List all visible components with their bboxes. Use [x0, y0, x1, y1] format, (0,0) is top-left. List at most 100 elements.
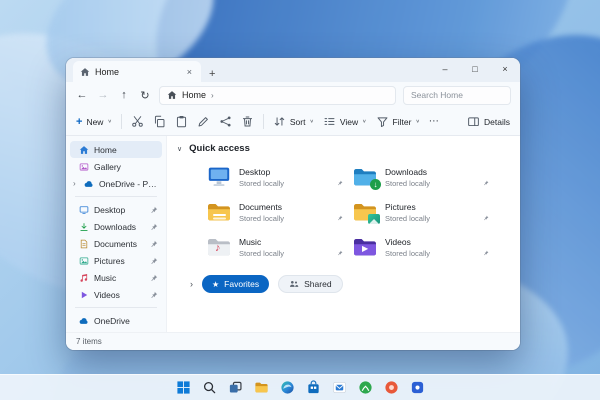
- sidebar-item-pictures[interactable]: Pictures: [70, 252, 162, 269]
- downloads-folder-icon: ↓: [352, 166, 381, 190]
- minimize-button[interactable]: –: [430, 58, 460, 80]
- maximize-button[interactable]: □: [460, 58, 490, 80]
- favorites-label: Favorites: [224, 279, 260, 289]
- chevron-right-icon[interactable]: ›: [73, 179, 79, 188]
- star-icon: ★: [212, 279, 220, 289]
- file-explorer-icon[interactable]: [254, 380, 269, 395]
- up-button[interactable]: ↑: [117, 89, 131, 101]
- videos-icon: [79, 290, 89, 300]
- chevron-down-icon: ∨: [309, 119, 314, 125]
- search-icon[interactable]: [202, 380, 217, 395]
- close-button[interactable]: ×: [490, 58, 520, 80]
- sidebar-item-desktop[interactable]: Desktop: [70, 201, 162, 218]
- sidebar-item-downloads[interactable]: Downloads: [70, 218, 162, 235]
- file-explorer-window: Home × + – □ × ← → ↑ ↻ Home › Search Hom…: [66, 58, 520, 350]
- tab-close-icon[interactable]: ×: [185, 67, 194, 77]
- desktop-icon: [79, 205, 89, 215]
- sort-label: Sort: [289, 116, 306, 127]
- start-button-icon[interactable]: [176, 380, 191, 395]
- photo-badge-icon: [368, 214, 380, 224]
- task-view-icon[interactable]: [228, 380, 243, 395]
- search-input[interactable]: [403, 85, 511, 105]
- view-button[interactable]: View ∨: [323, 115, 367, 128]
- people-icon: [289, 279, 299, 289]
- quick-access-item-documents[interactable]: Documents Stored locally: [206, 201, 344, 223]
- content-area: ∨ Quick access Desktop Stored locally ↓ …: [167, 136, 520, 332]
- xbox-icon[interactable]: [358, 380, 373, 395]
- new-tab-button[interactable]: +: [209, 68, 215, 80]
- filter-button[interactable]: Filter ∨: [376, 115, 420, 128]
- share-icon[interactable]: [219, 115, 232, 128]
- details-button[interactable]: Details: [467, 115, 510, 128]
- microsoft-store-icon[interactable]: [306, 380, 321, 395]
- favorites-button[interactable]: ★ Favorites: [202, 275, 270, 293]
- chevron-down-icon: ∨: [415, 119, 420, 125]
- item-text: Desktop Stored locally: [239, 167, 329, 188]
- quick-access-header: ∨ Quick access: [177, 143, 510, 154]
- expand-chevron-icon[interactable]: ›: [190, 279, 193, 289]
- photos-icon[interactable]: [384, 380, 399, 395]
- play-icon: ▶: [362, 244, 369, 253]
- copy-icon[interactable]: [153, 115, 166, 128]
- sort-icon: [273, 115, 286, 128]
- item-name: Pictures: [385, 201, 416, 212]
- item-subtitle: Stored locally: [385, 178, 431, 188]
- quick-access-item-music[interactable]: ♪ Music Stored locally: [206, 236, 344, 258]
- pin-icon: [150, 274, 158, 282]
- onedrive-cloud-icon: [84, 179, 94, 189]
- shared-button[interactable]: Shared: [278, 275, 343, 293]
- item-subtitle: Stored locally: [385, 248, 431, 258]
- quick-access-item-videos[interactable]: ▶ Videos Stored locally: [352, 236, 490, 258]
- sidebar-item-onedrive[interactable]: OneDrive: [70, 312, 162, 329]
- sidebar-item-documents[interactable]: Documents: [70, 235, 162, 252]
- pin-icon: [150, 240, 158, 248]
- item-subtitle: Stored locally: [385, 213, 431, 223]
- quick-access-item-desktop[interactable]: Desktop Stored locally: [206, 166, 344, 188]
- pin-icon: [150, 257, 158, 265]
- filter-label: Filter: [392, 116, 412, 127]
- pin-icon: [150, 223, 158, 231]
- rename-icon[interactable]: [197, 115, 210, 128]
- paste-icon[interactable]: [175, 115, 188, 128]
- item-text: Documents Stored locally: [239, 202, 329, 223]
- item-name: Desktop: [239, 166, 271, 177]
- details-pane-icon: [467, 115, 480, 128]
- refresh-button[interactable]: ↻: [138, 89, 152, 102]
- sidebar-item-home[interactable]: Home: [70, 141, 162, 158]
- sidebar-item-music[interactable]: Music: [70, 269, 162, 286]
- breadcrumb-item-home[interactable]: Home: [182, 90, 206, 100]
- download-arrow-icon: ↓: [370, 179, 381, 190]
- pictures-icon: [79, 256, 89, 266]
- desktop-icon: [206, 166, 232, 188]
- cut-icon[interactable]: [131, 115, 144, 128]
- collapse-chevron-icon[interactable]: ∨: [177, 145, 182, 153]
- delete-icon[interactable]: [241, 115, 254, 128]
- sidebar-item-onedrive-personal[interactable]: › OneDrive - Pers...: [70, 175, 162, 192]
- sidebar-item-videos[interactable]: Videos: [70, 286, 162, 303]
- documents-icon: [79, 239, 89, 249]
- back-button[interactable]: ←: [75, 89, 89, 101]
- tab-home[interactable]: Home ×: [73, 61, 201, 82]
- app-tile-icon[interactable]: [410, 380, 425, 395]
- gallery-icon: [79, 162, 89, 172]
- see-more-button[interactable]: ⋯: [429, 116, 440, 127]
- toolbar-divider: [262, 114, 264, 129]
- documents-folder-icon: [206, 201, 232, 223]
- quick-access-item-downloads[interactable]: ↓ Downloads Stored locally: [352, 166, 490, 190]
- pictures-folder-icon: [352, 201, 380, 224]
- sort-button[interactable]: Sort ∨: [273, 115, 314, 128]
- quick-access-item-pictures[interactable]: Pictures Stored locally: [352, 201, 490, 224]
- toolbar-divider: [120, 114, 122, 129]
- edge-icon[interactable]: [280, 380, 295, 395]
- forward-button[interactable]: →: [96, 89, 110, 101]
- sidebar-item-gallery[interactable]: Gallery: [70, 158, 162, 175]
- outlook-icon[interactable]: [332, 380, 347, 395]
- item-name: Downloads: [385, 166, 428, 177]
- breadcrumb[interactable]: Home ›: [159, 85, 396, 105]
- pin-icon: [336, 180, 344, 188]
- shared-label: Shared: [304, 279, 332, 289]
- new-button[interactable]: + New ∨: [76, 116, 112, 128]
- pin-icon: [336, 215, 344, 223]
- sidebar-separator: [75, 196, 157, 197]
- downloads-icon: [79, 222, 89, 232]
